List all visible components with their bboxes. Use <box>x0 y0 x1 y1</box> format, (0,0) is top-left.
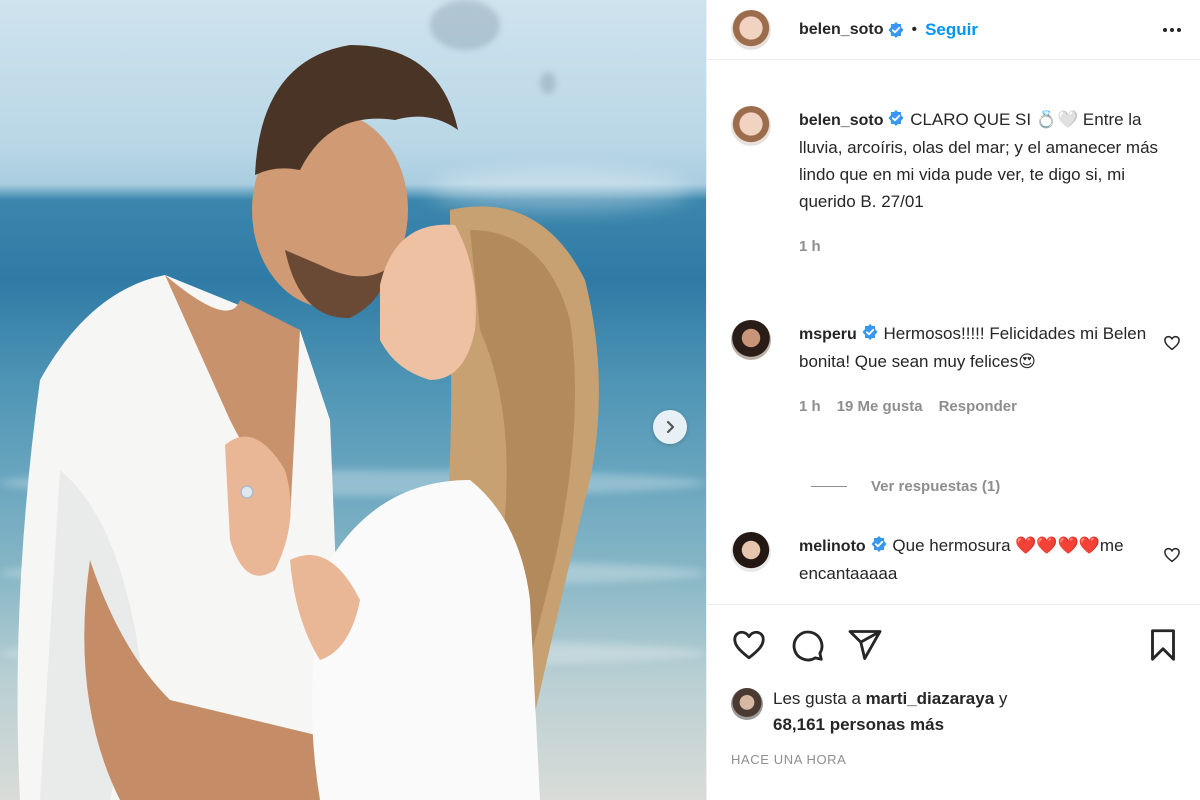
caption-time[interactable]: 1 h <box>799 233 821 260</box>
chevron-right-icon <box>666 420 675 434</box>
caption-headline: CLARO QUE SI 💍🤍 <box>910 110 1079 129</box>
next-image-button[interactable] <box>653 410 687 444</box>
heart-icon[interactable] <box>1163 546 1181 564</box>
post-photo <box>0 0 706 800</box>
likes-user[interactable]: marti_diazaraya <box>866 689 995 708</box>
verified-icon <box>862 324 878 340</box>
comment-icon[interactable] <box>789 627 825 663</box>
comments-list: belen_soto CLARO QUE SI 💍🤍 Entre la lluv… <box>707 60 1200 604</box>
replies-divider <box>811 486 847 487</box>
bookmark-icon[interactable] <box>1145 627 1181 663</box>
reply-button[interactable]: Responder <box>939 393 1017 420</box>
comment-item: melinoto Que hermosura ❤️❤️❤️❤️me encant… <box>731 532 1181 587</box>
avatar[interactable] <box>731 106 771 146</box>
comment-time[interactable]: 1 h <box>799 393 821 420</box>
likes-joiner: y <box>998 689 1008 708</box>
share-icon[interactable] <box>847 627 883 663</box>
heart-icon[interactable] <box>731 627 767 663</box>
likes-summary: Les gusta a marti_diazaraya y 68,161 per… <box>731 686 1007 738</box>
view-replies-button[interactable]: Ver respuestas (1) <box>811 478 1000 495</box>
couple-illustration <box>17 45 599 800</box>
caption-username[interactable]: belen_soto <box>799 112 883 129</box>
heart-icon[interactable] <box>1163 334 1181 352</box>
action-bar <box>707 604 1200 684</box>
caption: belen_soto CLARO QUE SI 💍🤍 Entre la lluv… <box>731 106 1181 260</box>
avatar[interactable] <box>731 320 771 360</box>
more-icon[interactable] <box>1160 18 1184 42</box>
post-side-panel: belen_soto • Seguir belen_soto CLARO QUE… <box>706 0 1200 800</box>
post-timestamp[interactable]: HACE UNA HORA <box>731 752 846 767</box>
follow-button[interactable]: Seguir <box>925 20 978 40</box>
post-header: belen_soto • Seguir <box>707 0 1200 60</box>
verified-icon <box>888 21 904 38</box>
view-replies-label: Ver respuestas (1) <box>871 478 1001 495</box>
comment-likes[interactable]: 19 Me gusta <box>837 393 923 420</box>
header-username[interactable]: belen_soto <box>799 21 883 39</box>
likes-count[interactable]: 68,161 personas más <box>773 715 944 734</box>
separator-dot: • <box>911 20 918 38</box>
comment-username[interactable]: msperu <box>799 326 857 343</box>
avatar[interactable] <box>731 688 763 720</box>
verified-icon <box>888 110 904 126</box>
comment-item: msperu Hermosos!!!!! Felicidades mi Bele… <box>731 320 1181 420</box>
avatar[interactable] <box>731 532 771 572</box>
verified-icon <box>871 536 887 552</box>
likes-prefix: Les gusta a <box>773 689 861 708</box>
comment-username[interactable]: melinoto <box>799 538 866 555</box>
avatar[interactable] <box>731 9 771 50</box>
